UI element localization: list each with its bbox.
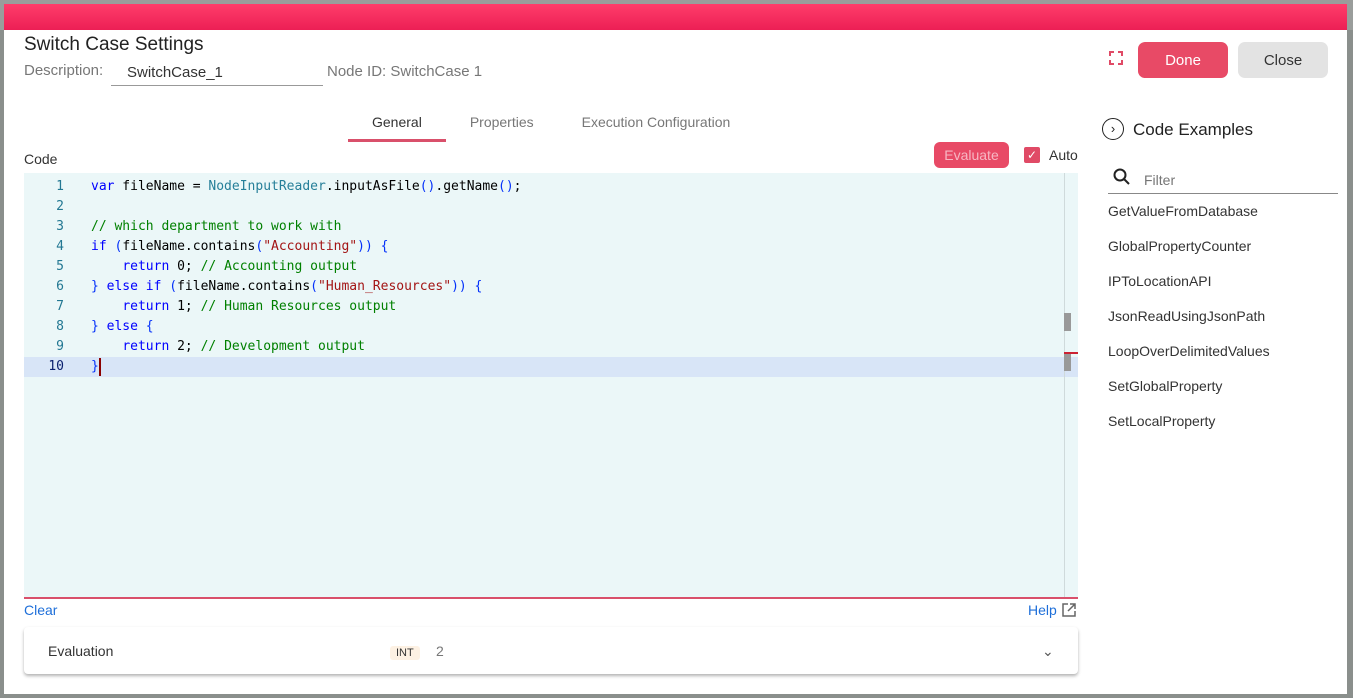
code-text: if (fileName.contains("Accounting")) { bbox=[91, 239, 389, 254]
code-editor[interactable]: 10} 9 return 2; // Development output 8} e… bbox=[24, 173, 1078, 599]
code-text: return 0; // Accounting output bbox=[122, 259, 358, 274]
code-text: var fileName = NodeInputReader.inputAsFi… bbox=[91, 179, 522, 194]
chevron-down-icon[interactable]: ⌄ bbox=[1042, 643, 1054, 660]
node-id: Node ID: SwitchCase 1 bbox=[327, 63, 483, 80]
line-number: 2 bbox=[56, 199, 64, 214]
code-line[interactable]: 8 } else { bbox=[24, 317, 1078, 337]
line-number: 3 bbox=[56, 219, 64, 234]
switch-case-settings-dialog: Switch Case Settings Description: Node I… bbox=[4, 4, 1347, 694]
line-number: 1 bbox=[56, 179, 64, 194]
external-link-icon[interactable] bbox=[1062, 603, 1076, 617]
code-examples-title: Code Examples bbox=[1133, 120, 1254, 139]
code-line[interactable]: 7 return 1; // Human Resources output bbox=[24, 297, 1078, 317]
code-text: } else { bbox=[91, 319, 154, 334]
evaluation-panel[interactable]: Evaluation INT 2 ⌄ bbox=[24, 627, 1078, 674]
code-line[interactable]: 9 return 2; // Development output bbox=[24, 337, 1078, 357]
close-button[interactable]: Close bbox=[1238, 42, 1328, 78]
scrollbar-marker[interactable] bbox=[1064, 313, 1071, 331]
code-text: return 1; // Human Resources output bbox=[122, 299, 397, 314]
auto-checkbox[interactable]: ✓ bbox=[1024, 147, 1040, 163]
tab-bar: General Properties Execution Configurati… bbox=[348, 110, 754, 142]
line-number: 4 bbox=[56, 239, 64, 254]
code-text: return 2; // Development output bbox=[122, 339, 365, 354]
code-example-item[interactable]: LoopOverDelimitedValues bbox=[1108, 342, 1270, 377]
editor-ruler bbox=[1064, 173, 1065, 597]
code-example-item[interactable]: JsonReadUsingJsonPath bbox=[1108, 307, 1270, 342]
code-line[interactable]: 6 } else if (fileName.contains("Human_Res… bbox=[24, 277, 1078, 297]
description-input[interactable] bbox=[111, 60, 323, 86]
clear-link[interactable]: Clear bbox=[24, 602, 57, 618]
code-line[interactable]: 3 // which department to work with bbox=[24, 217, 1078, 237]
dialog-top-bar bbox=[4, 4, 1347, 30]
code-example-item[interactable]: IPToLocationAPI bbox=[1108, 272, 1270, 307]
code-line[interactable]: 10} bbox=[24, 357, 1078, 377]
fullscreen-icon[interactable] bbox=[1109, 51, 1123, 65]
line-number: 6 bbox=[56, 279, 64, 294]
search-icon bbox=[1113, 168, 1130, 185]
code-example-item[interactable]: GetValueFromDatabase bbox=[1108, 202, 1270, 237]
code-line[interactable]: 1 var fileName = NodeInputReader.inputAsF… bbox=[24, 177, 1078, 197]
tab-general[interactable]: General bbox=[348, 110, 446, 142]
auto-label: Auto bbox=[1049, 147, 1078, 163]
line-number: 5 bbox=[56, 259, 64, 274]
code-examples-list: GetValueFromDatabase GlobalPropertyCount… bbox=[1108, 202, 1270, 447]
type-badge: INT bbox=[390, 646, 420, 660]
text-cursor bbox=[98, 357, 101, 376]
cursor-position-marker bbox=[1064, 352, 1078, 354]
done-button[interactable]: Done bbox=[1138, 42, 1228, 78]
code-text: } bbox=[91, 357, 101, 376]
code-line[interactable]: 5 return 0; // Accounting output bbox=[24, 257, 1078, 277]
line-number: 9 bbox=[56, 339, 64, 354]
line-number: 10 bbox=[48, 359, 64, 374]
line-number: 7 bbox=[56, 299, 64, 314]
scrollbar-marker[interactable] bbox=[1064, 353, 1071, 371]
code-label: Code bbox=[24, 151, 58, 167]
evaluation-value: 2 bbox=[436, 643, 444, 659]
code-line[interactable]: 4 if (fileName.contains("Accounting")) { bbox=[24, 237, 1078, 257]
code-example-item[interactable]: GlobalPropertyCounter bbox=[1108, 237, 1270, 272]
code-example-item[interactable]: SetLocalProperty bbox=[1108, 412, 1270, 447]
line-number: 8 bbox=[56, 319, 64, 334]
code-text: // which department to work with bbox=[91, 219, 342, 234]
code-text: } else if (fileName.contains("Human_Reso… bbox=[91, 279, 483, 294]
tab-execution-configuration[interactable]: Execution Configuration bbox=[558, 110, 755, 142]
filter-input[interactable] bbox=[1108, 167, 1338, 194]
evaluate-button[interactable]: Evaluate bbox=[934, 142, 1009, 168]
code-example-item[interactable]: SetGlobalProperty bbox=[1108, 377, 1270, 412]
evaluation-label: Evaluation bbox=[48, 643, 114, 659]
description-label: Description: bbox=[24, 62, 104, 79]
chevron-right-circle-icon[interactable]: › bbox=[1102, 118, 1124, 140]
dialog-title: Switch Case Settings bbox=[24, 34, 204, 55]
tab-properties[interactable]: Properties bbox=[446, 110, 558, 142]
help-link[interactable]: Help bbox=[1028, 602, 1057, 618]
code-line[interactable]: 2 bbox=[24, 197, 1078, 217]
